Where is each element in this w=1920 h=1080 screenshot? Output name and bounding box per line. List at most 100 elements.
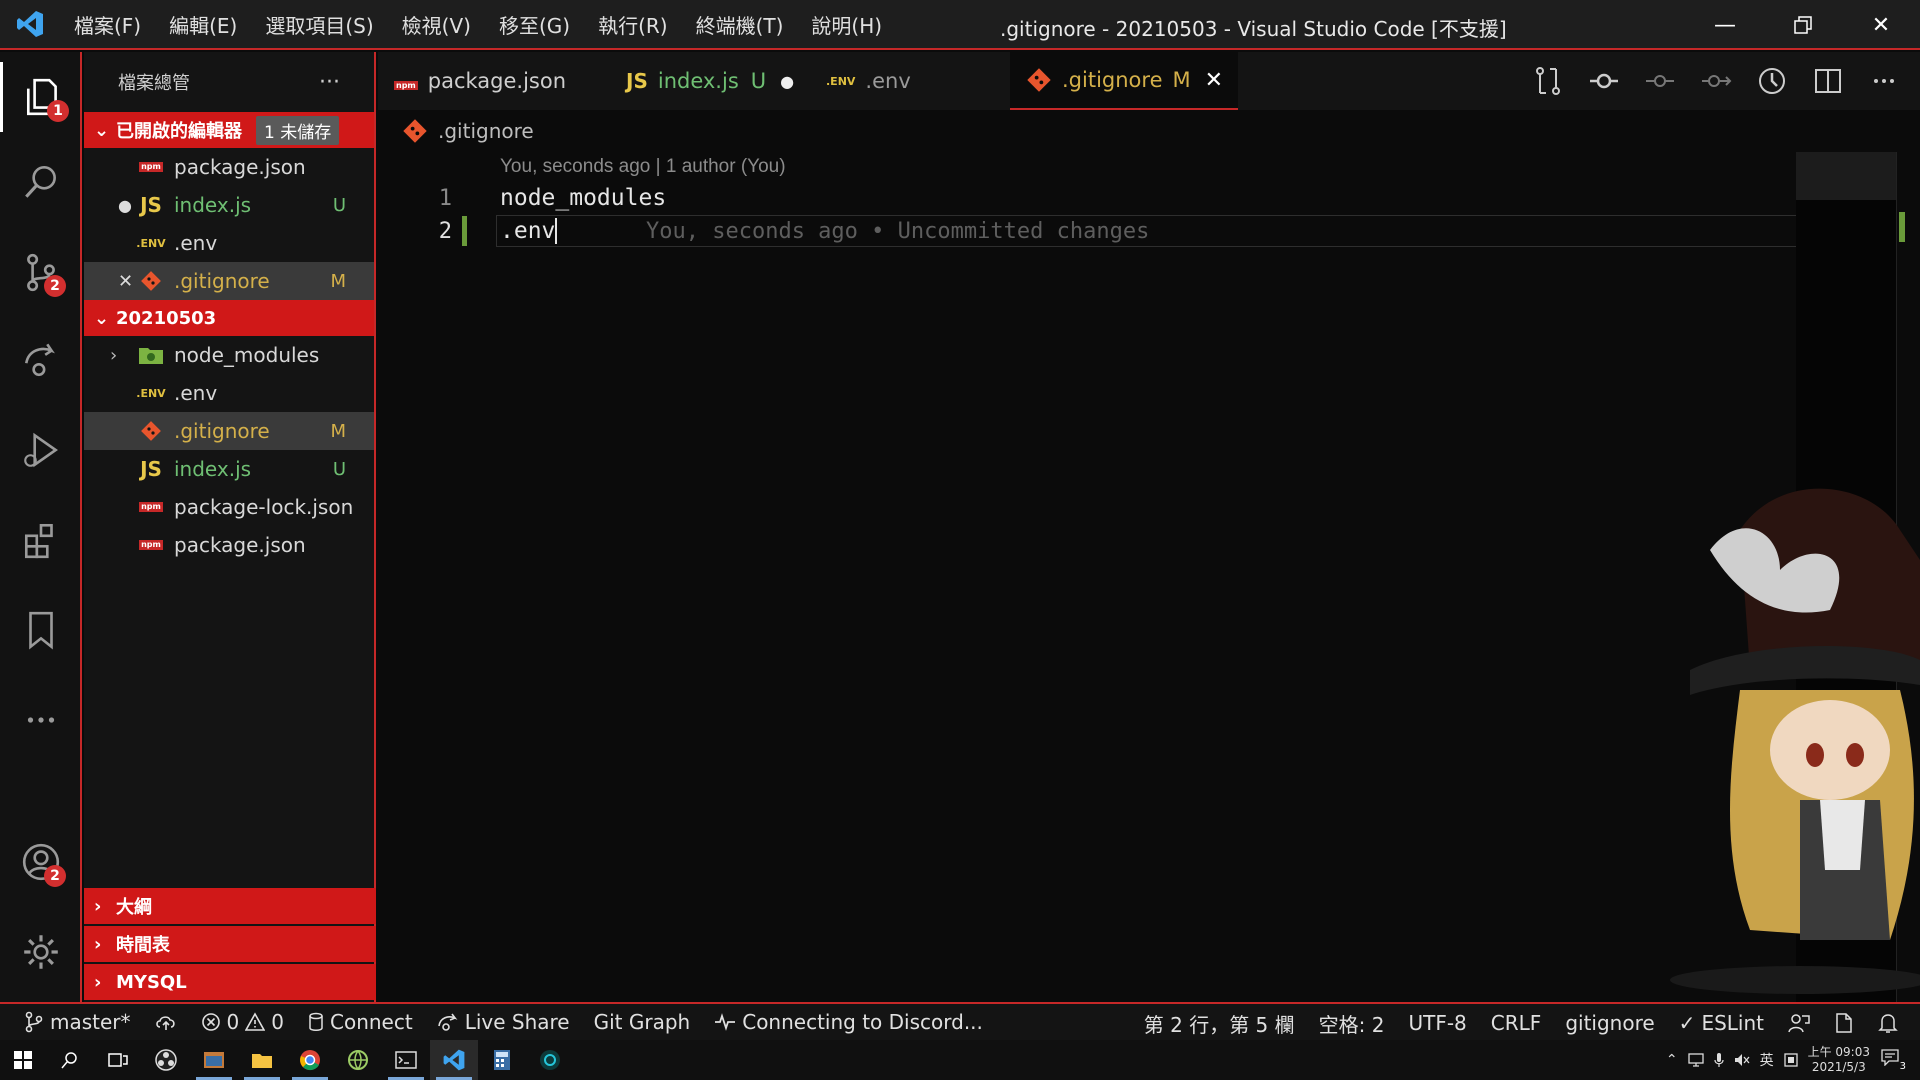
open-editor-item[interactable]: .ENV .env xyxy=(84,224,374,262)
menu-run[interactable]: 執行(R) xyxy=(584,10,682,39)
folder-item[interactable]: › node_modules xyxy=(84,336,374,374)
cursor-position-status[interactable]: 第 2 行，第 5 欄 xyxy=(1132,1009,1307,1038)
menu-view[interactable]: 檢視(V) xyxy=(388,10,485,39)
live-share-activity[interactable] xyxy=(0,324,82,394)
start-button[interactable] xyxy=(0,1040,46,1080)
taskbar-app-terminal[interactable] xyxy=(382,1040,430,1080)
minimap-slider[interactable] xyxy=(1796,152,1896,200)
extensions-activity[interactable] xyxy=(0,505,82,575)
close-window-button[interactable]: ✕ xyxy=(1842,0,1920,50)
branch-status[interactable]: master* xyxy=(0,1010,143,1034)
menu-file[interactable]: 檔案(F) xyxy=(60,10,155,39)
taskbar-search-button[interactable] xyxy=(46,1040,94,1080)
taskbar-app-browser[interactable] xyxy=(334,1040,382,1080)
unsaved-dot-icon[interactable]: ● xyxy=(780,72,794,91)
source-control-activity[interactable]: 2 xyxy=(0,237,82,307)
more-icon xyxy=(27,717,55,723)
code-line[interactable]: 2 .env You, seconds ago • Uncommitted ch… xyxy=(378,215,1798,247)
sidebar-more-button[interactable]: ··· xyxy=(319,70,340,95)
taskbar-app-calculator[interactable] xyxy=(478,1040,526,1080)
open-editors-header[interactable]: ⌄ 已開啟的編輯器 1 未儲存 xyxy=(84,112,374,148)
task-view-button[interactable] xyxy=(94,1040,142,1080)
manage-activity[interactable] xyxy=(0,917,82,987)
file-item[interactable]: .gitignore M xyxy=(84,412,374,450)
close-icon[interactable]: ✕ xyxy=(1205,68,1223,93)
minimize-button[interactable]: — xyxy=(1686,0,1764,50)
timeline-icon[interactable] xyxy=(1756,65,1788,97)
timeline-panel-header[interactable]: › 時間表 xyxy=(84,926,376,962)
run-debug-activity[interactable] xyxy=(0,415,82,485)
bookmarks-activity[interactable] xyxy=(0,595,82,665)
menu-help[interactable]: 說明(H) xyxy=(797,10,896,39)
explorer-activity[interactable]: 1 xyxy=(0,62,82,132)
breadcrumb-file[interactable]: .gitignore xyxy=(438,119,534,143)
taskbar-app-file-manager[interactable] xyxy=(190,1040,238,1080)
taskbar-app-vscode[interactable] xyxy=(430,1040,478,1080)
file-item[interactable]: npm package.json xyxy=(84,526,374,564)
vscode-icon xyxy=(443,1049,465,1071)
next-revision-icon[interactable] xyxy=(1700,65,1732,97)
input-method-icon[interactable] xyxy=(1783,1053,1798,1067)
discord-status[interactable]: Connecting to Discord... xyxy=(702,1010,995,1034)
split-editor-icon[interactable] xyxy=(1812,65,1844,97)
ime-indicator[interactable]: 英 xyxy=(1760,1050,1774,1070)
git-graph-status[interactable]: Git Graph xyxy=(582,1010,703,1034)
action-center-button[interactable]: 3 xyxy=(1880,1048,1906,1072)
folder-header[interactable]: ⌄ 20210503 xyxy=(84,300,374,336)
run-debug-icon xyxy=(24,432,58,468)
outline-panel-header[interactable]: › 大綱 xyxy=(84,888,376,924)
file-item[interactable]: npm package-lock.json xyxy=(84,488,374,526)
menu-selection[interactable]: 選取項目(S) xyxy=(251,10,387,39)
tab-package-json[interactable]: npm package.json xyxy=(378,52,610,110)
taskbar-app-other[interactable] xyxy=(526,1040,574,1080)
taskbar-app-chrome[interactable] xyxy=(286,1040,334,1080)
open-editor-item[interactable]: npm package.json xyxy=(84,148,374,186)
compare-changes-icon[interactable] xyxy=(1532,65,1564,97)
code-editor[interactable]: You, seconds ago | 1 author (You) 1 node… xyxy=(378,152,1798,1002)
git-commit-icon[interactable] xyxy=(1588,65,1620,97)
panel-label: 大綱 xyxy=(116,897,152,918)
feedback-status[interactable] xyxy=(1776,1012,1822,1034)
taskbar-app-obs[interactable] xyxy=(142,1040,190,1080)
network-icon[interactable] xyxy=(1687,1053,1704,1067)
clock[interactable]: 上午 09:03 2021/5/3 xyxy=(1808,1045,1870,1075)
breadcrumb[interactable]: .gitignore xyxy=(378,110,1778,152)
menu-go[interactable]: 移至(G) xyxy=(485,10,584,39)
live-share-status[interactable]: Live Share xyxy=(425,1010,582,1034)
speaker-muted-icon[interactable] xyxy=(1734,1053,1750,1067)
accounts-activity[interactable]: 2 xyxy=(0,827,82,897)
microphone-icon[interactable] xyxy=(1713,1052,1724,1068)
menu-edit[interactable]: 編輯(E) xyxy=(155,10,251,39)
eslint-status[interactable]: ✓ ESLint xyxy=(1667,1011,1776,1035)
eol-status[interactable]: CRLF xyxy=(1479,1011,1554,1035)
encoding-status[interactable]: UTF-8 xyxy=(1396,1011,1478,1035)
sync-status[interactable] xyxy=(143,1012,189,1032)
problems-status[interactable]: 0 0 xyxy=(189,1010,296,1034)
notifications-status[interactable] xyxy=(1866,1012,1910,1034)
chevron-up-icon[interactable]: ⌃ xyxy=(1666,1052,1678,1068)
taskbar-app-explorer[interactable] xyxy=(238,1040,286,1080)
tab-env[interactable]: .ENV .env xyxy=(810,52,1010,110)
indentation-status[interactable]: 空格: 2 xyxy=(1307,1009,1397,1038)
open-editor-item[interactable]: ● JS index.js U xyxy=(84,186,374,224)
menu-terminal[interactable]: 終端機(T) xyxy=(682,10,798,39)
file-name: package.json xyxy=(174,155,306,179)
restore-button[interactable] xyxy=(1764,0,1842,50)
code-line[interactable]: 1 node_modules xyxy=(378,182,1798,214)
previous-revision-icon[interactable] xyxy=(1644,65,1676,97)
file-info-status[interactable] xyxy=(1822,1012,1866,1034)
close-icon[interactable]: ✕ xyxy=(118,271,136,292)
open-editor-item[interactable]: ✕ .gitignore M xyxy=(84,262,374,300)
more-actions-icon[interactable] xyxy=(1868,65,1900,97)
activity-bar: 1 2 2 xyxy=(0,52,82,1002)
git-codelens[interactable]: You, seconds ago | 1 author (You) xyxy=(500,156,786,178)
mysql-panel-header[interactable]: › MYSQL xyxy=(84,964,376,1000)
language-mode-status[interactable]: gitignore xyxy=(1553,1011,1666,1035)
search-activity[interactable] xyxy=(0,147,82,217)
tab-index-js[interactable]: JS index.js U ● xyxy=(610,52,810,110)
more-activity[interactable] xyxy=(0,685,82,755)
database-connect-status[interactable]: Connect xyxy=(296,1010,425,1034)
file-item[interactable]: .ENV .env xyxy=(84,374,374,412)
file-item[interactable]: JS index.js U xyxy=(84,450,374,488)
tab-gitignore[interactable]: .gitignore M ✕ xyxy=(1010,52,1238,110)
